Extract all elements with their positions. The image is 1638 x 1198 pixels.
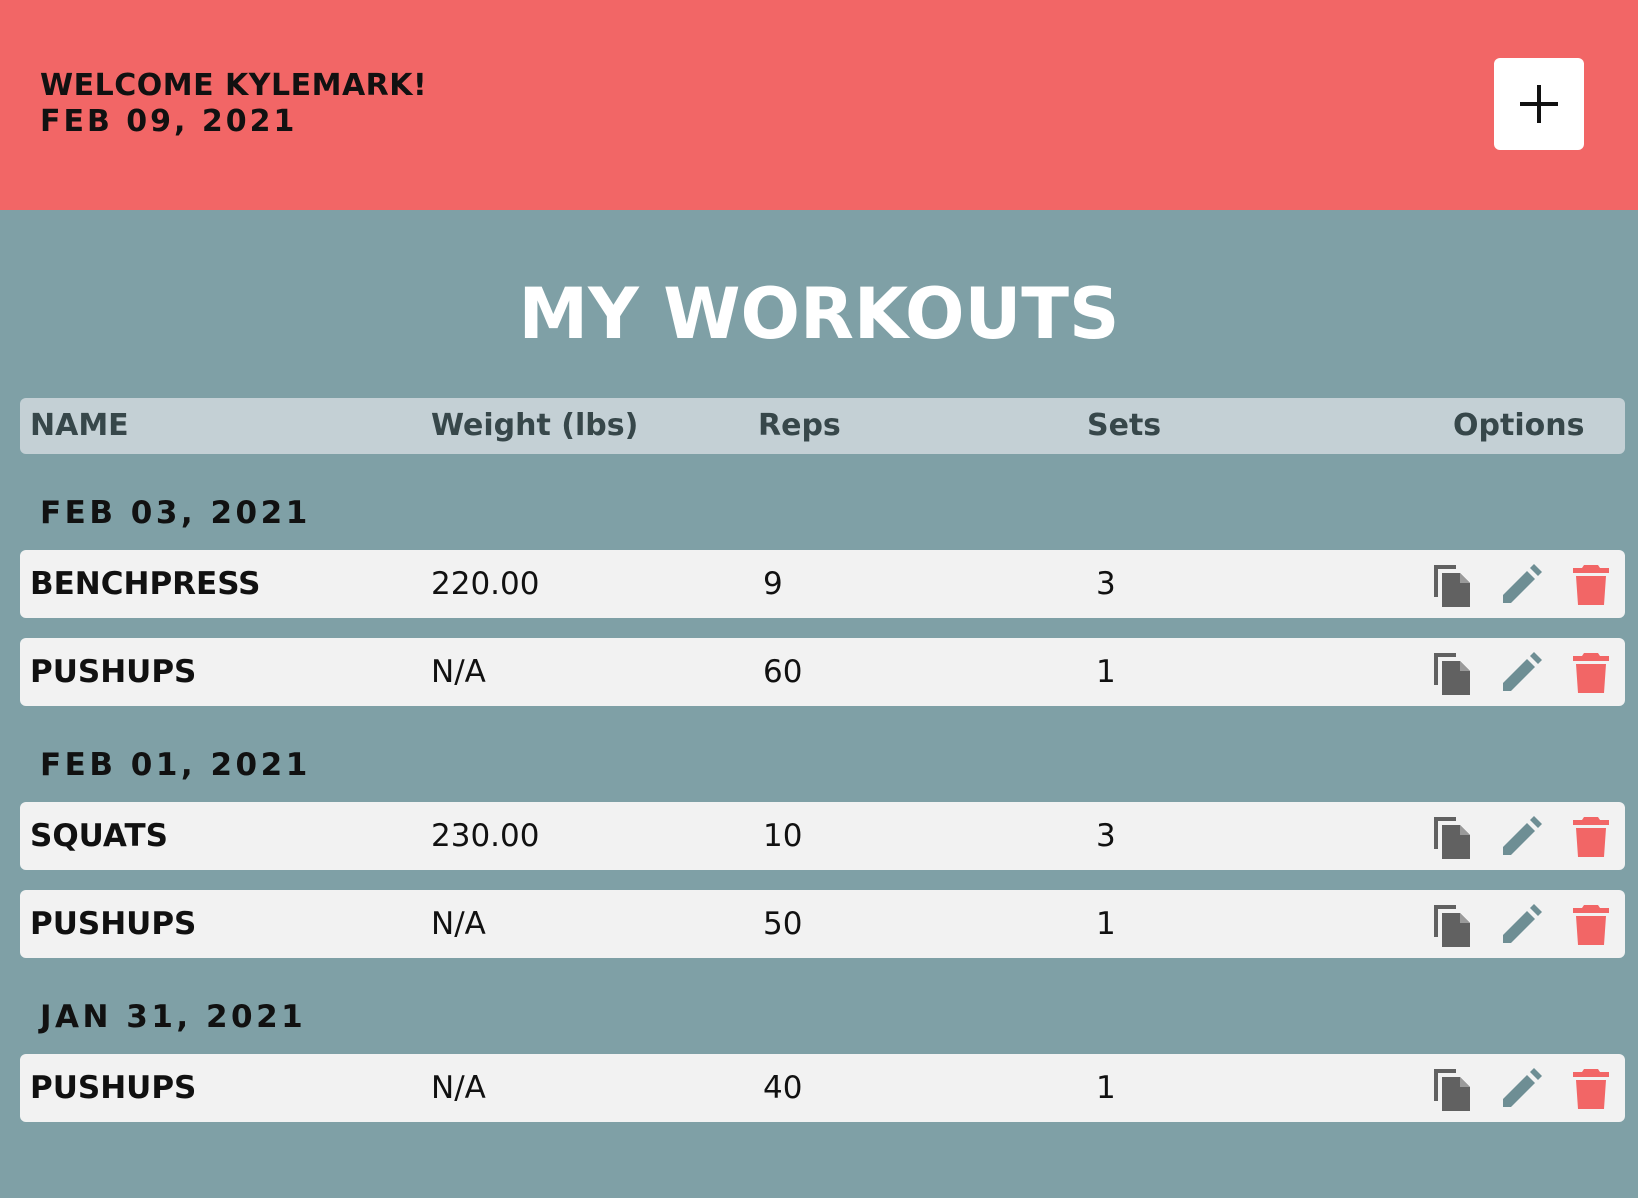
trash-icon (1573, 817, 1609, 857)
plus-icon (1520, 85, 1558, 123)
exercise-reps: 10 (763, 818, 803, 854)
exercise-sets: 1 (1096, 906, 1116, 942)
pencil-icon (1503, 652, 1542, 691)
delete-button[interactable] (1569, 815, 1613, 859)
copy-icon (1434, 817, 1470, 859)
copy-icon (1434, 653, 1470, 695)
pencil-icon (1503, 816, 1542, 855)
table-row: PUSHUPS N/A 50 1 (20, 890, 1625, 958)
copy-icon (1434, 565, 1470, 607)
edit-button[interactable] (1499, 815, 1543, 859)
delete-button[interactable] (1569, 651, 1613, 695)
table-row: BENCHPRESS 220.00 9 3 (20, 550, 1625, 618)
column-header-sets: Sets (1087, 408, 1162, 443)
copy-icon (1434, 1069, 1470, 1111)
exercise-name: BENCHPRESS (30, 566, 261, 602)
exercise-sets: 1 (1096, 1070, 1116, 1106)
exercise-reps: 50 (763, 906, 803, 942)
trash-icon (1573, 653, 1609, 693)
exercise-sets: 3 (1096, 818, 1116, 854)
edit-button[interactable] (1499, 563, 1543, 607)
copy-button[interactable] (1430, 651, 1474, 695)
pencil-icon (1503, 904, 1542, 943)
trash-icon (1573, 565, 1609, 605)
workout-date-heading: FEB 03, 2021 (40, 495, 311, 531)
copy-button[interactable] (1430, 903, 1474, 947)
top-bar: WELCOME KYLEMARK! FEB 09, 2021 (0, 0, 1638, 210)
column-header-reps: Reps (758, 408, 841, 443)
exercise-name: PUSHUPS (30, 654, 197, 690)
delete-button[interactable] (1569, 563, 1613, 607)
exercise-name: PUSHUPS (30, 1070, 197, 1106)
pencil-icon (1503, 1068, 1542, 1107)
edit-button[interactable] (1499, 651, 1543, 695)
exercise-name: PUSHUPS (30, 906, 197, 942)
column-header-name: NAME (30, 408, 129, 443)
exercise-sets: 3 (1096, 566, 1116, 602)
page-title: MY WORKOUTS (518, 273, 1120, 355)
delete-button[interactable] (1569, 1067, 1613, 1111)
column-header-weight: Weight (lbs) (431, 408, 639, 443)
pencil-icon (1503, 564, 1542, 603)
table-header: NAME Weight (lbs) Reps Sets Options (20, 398, 1625, 454)
copy-button[interactable] (1430, 1067, 1474, 1111)
edit-button[interactable] (1499, 903, 1543, 947)
workout-date-heading: JAN 31, 2021 (40, 999, 307, 1035)
welcome-block: WELCOME KYLEMARK! FEB 09, 2021 (40, 68, 427, 140)
exercise-reps: 40 (763, 1070, 803, 1106)
column-header-options: Options (1453, 408, 1585, 443)
table-row: PUSHUPS N/A 40 1 (20, 1054, 1625, 1122)
exercise-name: SQUATS (30, 818, 168, 854)
table-row: SQUATS 230.00 10 3 (20, 802, 1625, 870)
current-date: FEB 09, 2021 (40, 104, 298, 139)
table-row: PUSHUPS N/A 60 1 (20, 638, 1625, 706)
copy-button[interactable] (1430, 815, 1474, 859)
exercise-reps: 9 (763, 566, 783, 602)
exercise-weight: N/A (431, 906, 486, 942)
exercise-weight: 230.00 (431, 818, 540, 854)
copy-icon (1434, 905, 1470, 947)
edit-button[interactable] (1499, 1067, 1543, 1111)
delete-button[interactable] (1569, 903, 1613, 947)
copy-button[interactable] (1430, 563, 1474, 607)
workout-date-heading: FEB 01, 2021 (40, 747, 311, 783)
welcome-text: WELCOME KYLEMARK! (40, 68, 428, 103)
exercise-reps: 60 (763, 654, 803, 690)
exercise-weight: N/A (431, 1070, 486, 1106)
add-workout-button[interactable] (1494, 58, 1584, 150)
exercise-weight: 220.00 (431, 566, 540, 602)
exercise-sets: 1 (1096, 654, 1116, 690)
trash-icon (1573, 1069, 1609, 1109)
trash-icon (1573, 905, 1609, 945)
exercise-weight: N/A (431, 654, 486, 690)
